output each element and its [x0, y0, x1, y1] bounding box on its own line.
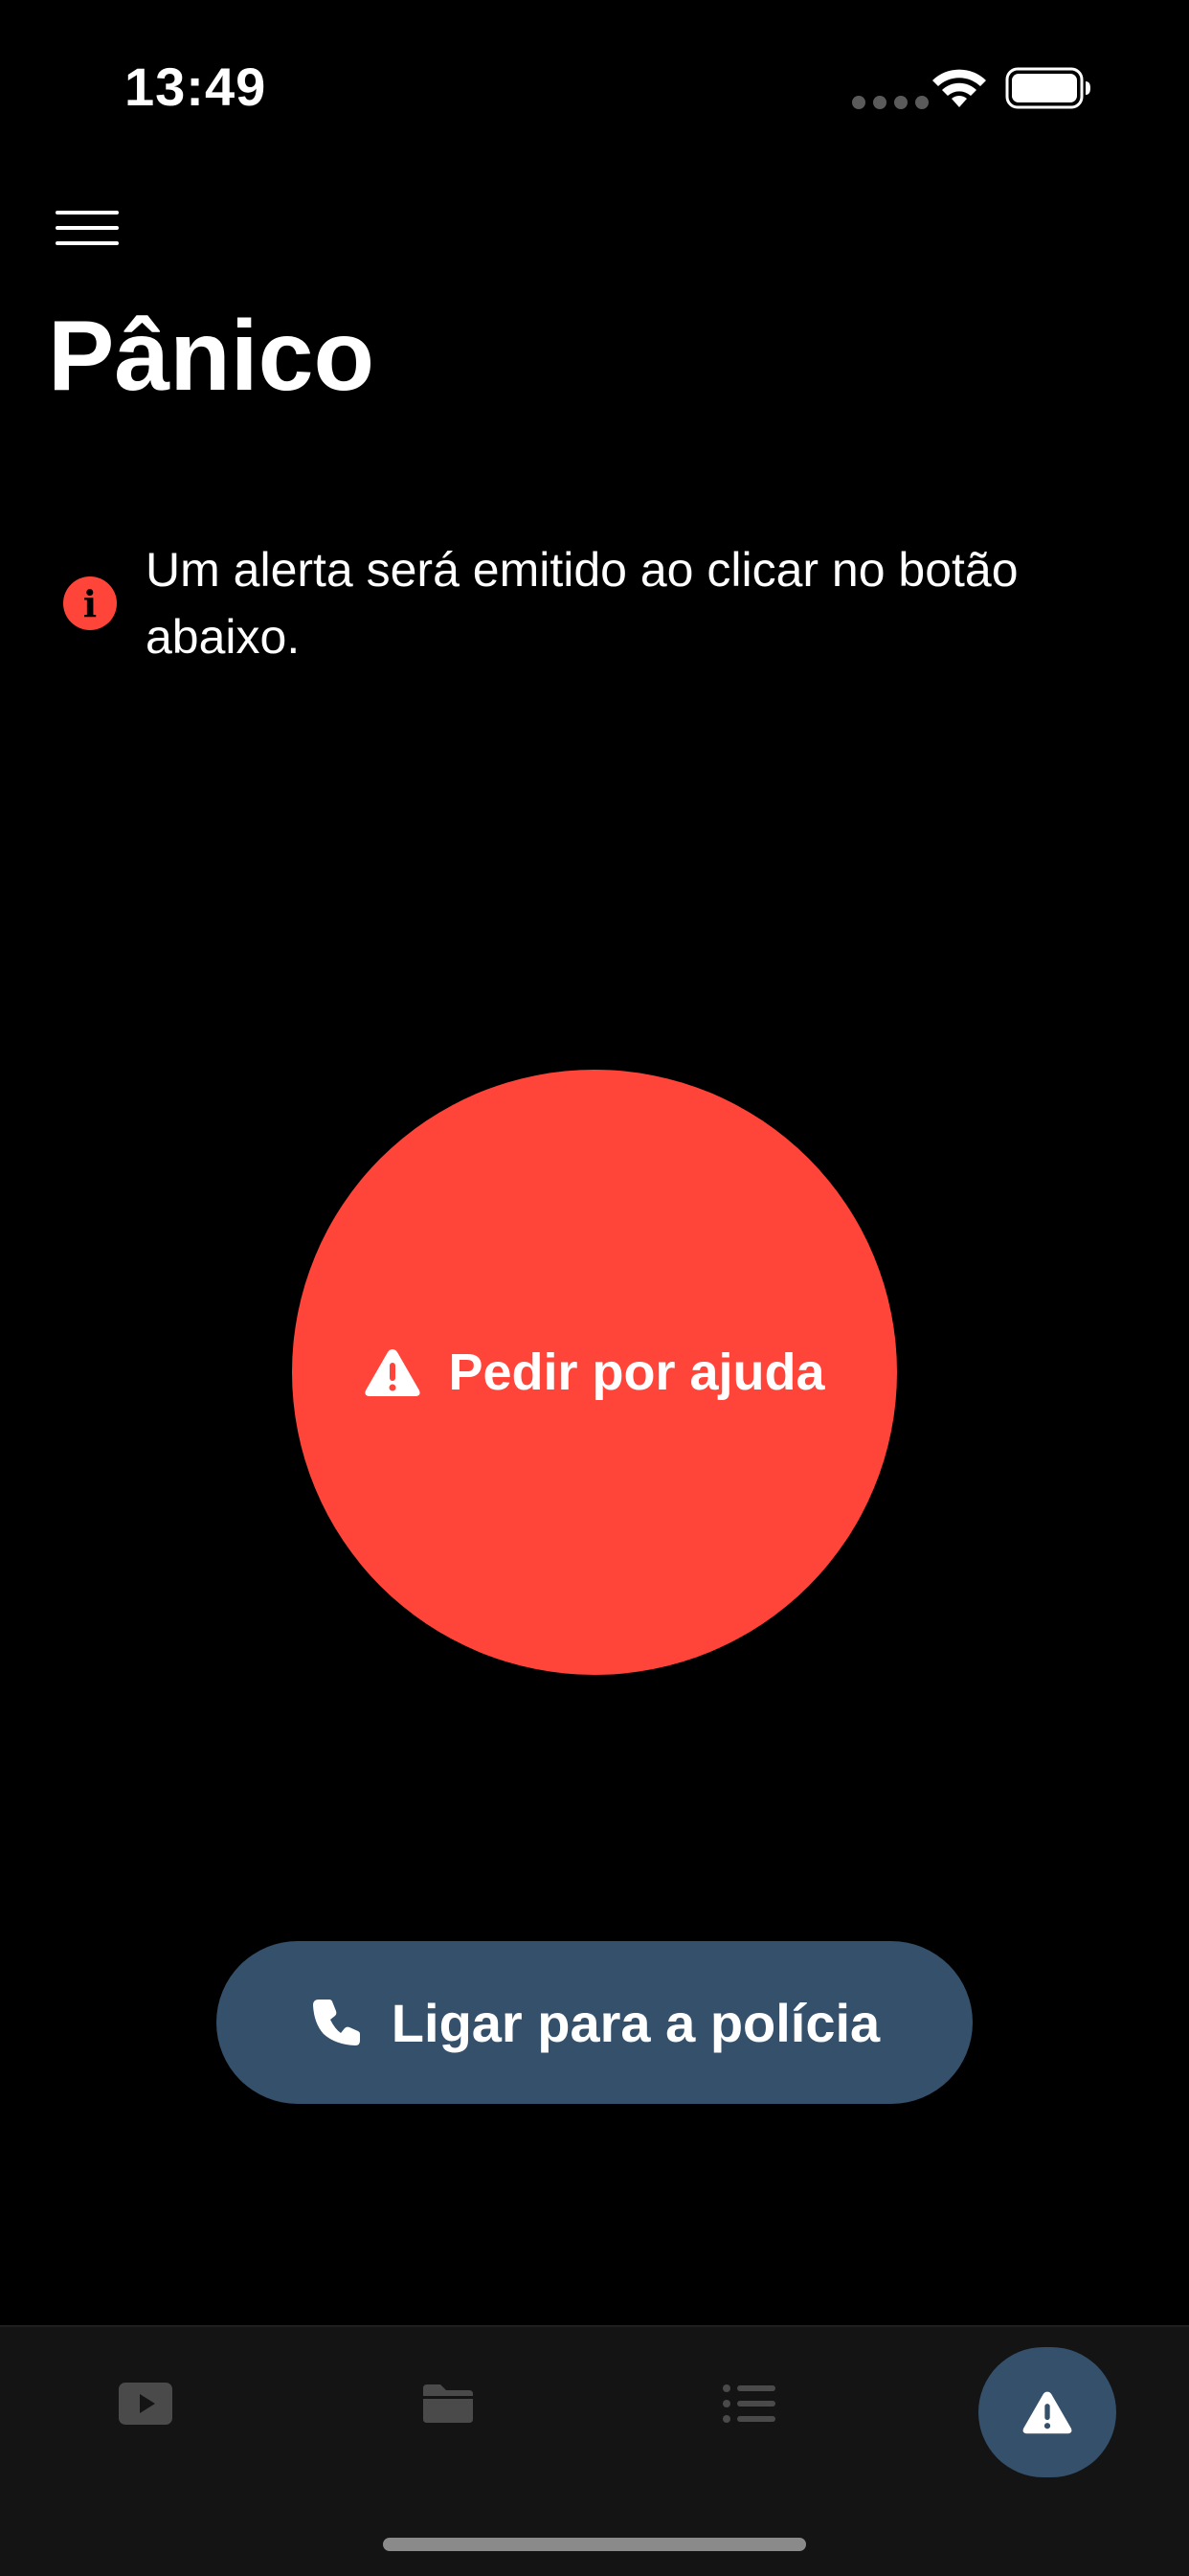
signal-icon — [852, 96, 929, 109]
tab-files[interactable] — [381, 2327, 515, 2480]
page-title: Pânico — [48, 301, 374, 412]
tab-list[interactable] — [682, 2327, 816, 2480]
warning-icon — [365, 1349, 421, 1396]
folder-icon — [423, 2384, 473, 2423]
play-icon — [119, 2383, 172, 2425]
info-text: Um alerta será emitido ao clicar no botã… — [146, 543, 1019, 664]
status-bar: 13:49 — [0, 0, 1189, 144]
home-indicator — [383, 2538, 806, 2551]
list-icon — [723, 2384, 775, 2423]
phone-icon — [312, 2000, 360, 2045]
info-message: i Um alerta será emitido ao clicar no bo… — [63, 536, 1116, 670]
wifi-icon — [932, 69, 986, 107]
info-icon: i — [63, 576, 117, 630]
call-police-label: Ligar para a polícia — [391, 1992, 881, 2053]
menu-button[interactable] — [50, 199, 126, 257]
battery-icon — [1005, 67, 1090, 109]
warning-icon — [1022, 2391, 1072, 2434]
status-time: 13:49 — [124, 56, 267, 117]
panic-button-label: Pedir por ajuda — [448, 1344, 825, 1401]
tab-panic[interactable] — [978, 2347, 1116, 2477]
tab-videos[interactable] — [79, 2327, 213, 2480]
panic-button[interactable]: Pedir por ajuda — [292, 1070, 897, 1675]
call-police-button[interactable]: Ligar para a polícia — [216, 1941, 973, 2104]
